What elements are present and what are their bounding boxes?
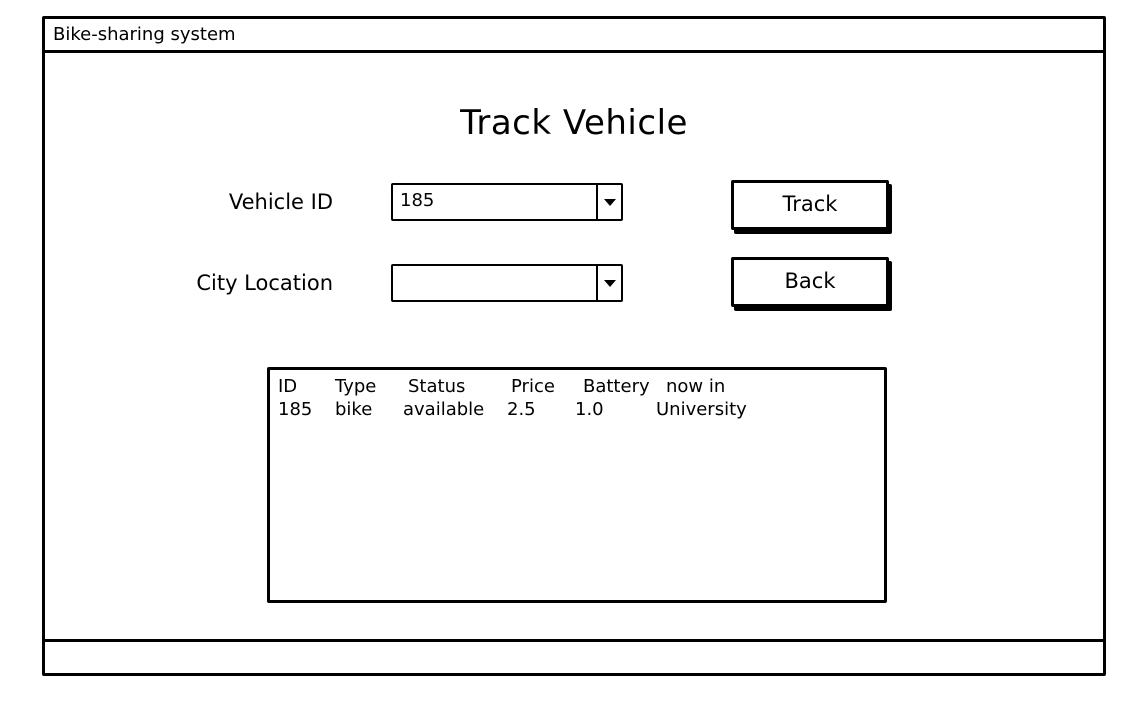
column-header-battery: Battery	[583, 376, 650, 397]
track-button[interactable]: Track	[731, 180, 889, 230]
cell-now-in: University	[656, 399, 747, 420]
window-titlebar: Bike-sharing system	[45, 19, 1103, 53]
app-window: Bike-sharing system Track Vehicle Vehicl…	[42, 16, 1106, 676]
results-list[interactable]: ID Type Status Price Battery now in 185 …	[267, 367, 887, 603]
cell-price: 2.5	[507, 399, 536, 420]
cell-battery: 1.0	[575, 399, 604, 420]
column-header-now-in: now in	[666, 376, 726, 397]
chevron-down-icon[interactable]	[596, 185, 621, 219]
cell-status: available	[403, 399, 485, 420]
chevron-down-icon[interactable]	[596, 266, 621, 300]
city-location-label: City Location	[196, 271, 333, 295]
status-bar	[45, 639, 1103, 673]
cell-id: 185	[278, 399, 313, 420]
city-location-select[interactable]	[391, 264, 623, 302]
column-header-price: Price	[511, 376, 555, 397]
column-header-status: Status	[408, 376, 466, 397]
vehicle-id-label: Vehicle ID	[228, 190, 333, 214]
page-title: Track Vehicle	[460, 103, 688, 143]
back-button[interactable]: Back	[731, 257, 889, 307]
vehicle-id-value: 185	[400, 190, 435, 211]
cell-type: bike	[335, 399, 373, 420]
column-header-type: Type	[335, 376, 377, 397]
column-header-id: ID	[278, 376, 298, 397]
vehicle-id-select[interactable]: 185	[391, 183, 623, 221]
window-title: Bike-sharing system	[53, 24, 236, 45]
